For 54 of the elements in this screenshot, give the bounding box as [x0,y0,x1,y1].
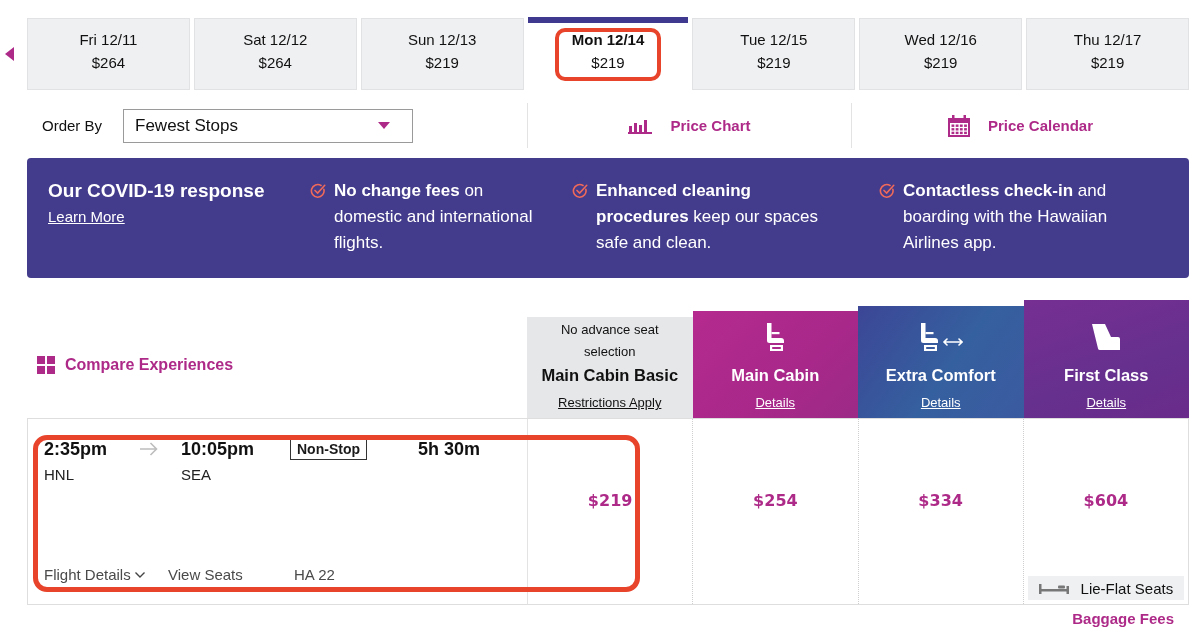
date-tab[interactable]: Sat 12/12 $264 [193,18,357,90]
seat-selection-note: No advance seat selection [559,321,660,361]
fare-class-name: Extra Comfort [885,365,996,386]
sort-select[interactable]: Fewest Stops [123,108,413,143]
compare-experiences-link[interactable]: Compare Experiences [37,356,234,374]
fare-price[interactable]: $334 [918,489,963,513]
fare-price[interactable]: $219 [587,489,633,513]
lounge-seat-icon [1091,322,1122,352]
date-tab[interactable]: Fri 12/11 $264 [27,18,190,90]
policy-text: No change fees on domestic and international flights. [334,180,534,254]
seat-icon [765,322,786,352]
view-seats-link[interactable]: View Seats [168,564,294,586]
fare-price[interactable]: $604 [1083,489,1129,513]
arrow-right-icon [140,442,158,456]
date-tab[interactable]: Wed 12/16 $219 [859,18,1023,90]
bar-chart-icon [628,117,653,134]
order-by-label: Order By [42,117,102,134]
seat-legroom-icon [918,322,963,352]
price-chart-link[interactable]: Price Chart [628,117,751,134]
caret-down-icon [378,122,390,129]
flight-duration: 5h 30m [418,438,482,461]
date-tab[interactable]: Tue 12/15 $219 [692,18,856,90]
arrival-time: 10:05pm [181,438,256,461]
grid-icon [37,356,55,374]
details-link[interactable]: Details [755,393,796,413]
date-tab[interactable]: Thu 12/17 $219 [1026,18,1189,90]
banner-title: Our COVID-19 response [48,179,265,203]
date-tab[interactable]: Sun 12/13 $219 [360,18,524,90]
calendar-icon [947,114,970,137]
fare-class-name: First Class [1064,365,1149,386]
fare-price[interactable]: $254 [753,489,798,513]
policy-text: Enhanced cleaning procedures keep our spaces safe and clean. [596,180,820,254]
check-circle-icon [572,183,588,199]
policy-text: Contactless check-in and boarding with the Hawaiian Airlines app. [903,180,1109,254]
previous-dates-arrow-icon[interactable] [5,46,14,61]
flight-details-link[interactable]: Flight Details [44,564,168,586]
learn-more-link[interactable]: Learn More [48,204,125,230]
chevron-down-icon [134,572,145,578]
departure-time: 2:35pm [44,438,109,461]
restrictions-link[interactable]: Restrictions Apply [558,393,662,413]
check-circle-icon [879,183,895,199]
flight-number: HA 22 [294,565,335,585]
fare-class-name: Main Cabin Basic [541,365,679,386]
check-circle-icon [310,183,326,199]
bed-icon [1038,582,1069,594]
feature-label: Lie-Flat Seats [1080,579,1174,597]
price-calendar-link[interactable]: Price Calendar [947,114,1094,137]
stops-label: Non-Stop [290,438,367,460]
baggage-fees-link[interactable]: Baggage Fees [1072,608,1189,630]
details-link[interactable]: Details [1086,393,1127,413]
origin-code: HNL [44,465,75,485]
destination-code: SEA [181,465,212,485]
fare-class-name: Main Cabin [731,365,820,386]
details-link[interactable]: Details [920,393,961,413]
